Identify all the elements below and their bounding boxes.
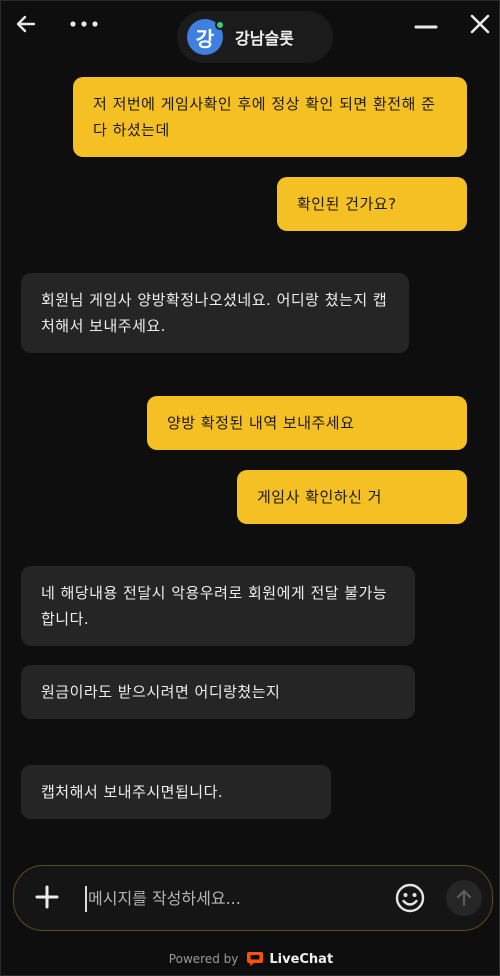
emoji-button[interactable]: [392, 880, 428, 916]
emoji-icon: [395, 883, 425, 913]
message-outgoing: 확인된 건가요?: [277, 177, 467, 231]
attach-button[interactable]: [30, 880, 64, 914]
chat-title: 강남슬롯: [235, 29, 294, 48]
powered-by-label: Powered by: [168, 952, 239, 966]
livechat-brand[interactable]: LiveChat: [269, 952, 333, 967]
message-incoming: 네 해당내용 전달시 악용우려로 회원에게 전달 불가능합니다.: [21, 566, 415, 646]
more-options-button[interactable]: [67, 7, 101, 41]
minimize-icon: [414, 25, 438, 29]
minimize-button[interactable]: [409, 7, 443, 41]
close-icon: [470, 14, 490, 34]
agent-info: 강 강남슬롯: [177, 11, 333, 63]
message-outgoing: 게임사 확인하신 거: [237, 470, 467, 524]
chat-window: 강 강남슬롯 저 저번에 게임사확인 후에 정상 확인 되면 환전해 준다 하셨…: [0, 0, 500, 976]
message-outgoing: 저 저번에 게임사확인 후에 정상 확인 되면 환전해 준다 하셨는데: [73, 77, 467, 157]
chat-header: 강 강남슬롯: [1, 1, 500, 63]
message-composer: [13, 865, 493, 931]
text-cursor: [85, 886, 87, 912]
livechat-logo-icon: [247, 952, 264, 966]
online-status-dot: [215, 20, 225, 30]
message-incoming: 캡처해서 보내주시면됩니다.: [21, 765, 331, 819]
more-dots-icon: [70, 21, 98, 27]
plus-icon: [35, 885, 59, 909]
powered-by-footer: Powered by LiveChat: [1, 947, 500, 971]
message-outgoing: 양방 확정된 내역 보내주세요: [147, 396, 467, 450]
avatar-letter: 강: [195, 26, 215, 51]
back-button[interactable]: [9, 7, 43, 41]
send-arrow-icon: [456, 889, 472, 907]
close-button[interactable]: [463, 7, 497, 41]
back-arrow-icon: [16, 15, 36, 33]
send-button[interactable]: [446, 880, 482, 916]
message-incoming: 원금이라도 받으시려면 어디랑쳤는지: [21, 665, 415, 719]
avatar: 강: [187, 19, 225, 55]
message-incoming: 회원님 게임사 양방확정나오셨네요. 어디랑 쳤는지 캡처해서 보내주세요.: [21, 273, 409, 353]
message-input[interactable]: [88, 882, 388, 914]
